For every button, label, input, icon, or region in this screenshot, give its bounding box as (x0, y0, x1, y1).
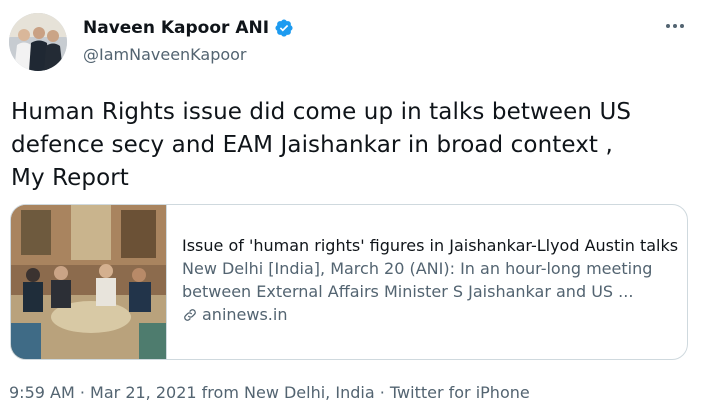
card-title[interactable]: Issue of 'human rights' figures in Jaish… (182, 234, 679, 257)
card-domain-text[interactable]: aninews.in (202, 303, 287, 326)
card-body[interactable]: Issue of 'human rights' figures in Jaish… (182, 234, 679, 326)
tweet-location[interactable]: New Delhi, India (244, 383, 375, 402)
tweet-source[interactable]: Twitter for iPhone (390, 383, 530, 402)
card-description-line: New Delhi [India], March 20 (ANI): In an… (182, 259, 653, 278)
avatar[interactable] (9, 13, 67, 71)
card-domain[interactable]: aninews.in (182, 303, 679, 326)
location-prefix: from (201, 383, 239, 402)
tweet-meta: 9:59 AM · Mar 21, 2021 from New Delhi, I… (9, 383, 530, 402)
link-icon (184, 308, 196, 321)
meta-separator: · (79, 383, 85, 402)
author-name-row[interactable]: Naveen Kapoor ANI (83, 18, 294, 38)
more-options-icon[interactable] (660, 15, 690, 37)
link-preview-card[interactable]: Issue of 'human rights' figures in Jaish… (10, 204, 688, 360)
verified-badge-icon (275, 19, 293, 37)
tweet-date[interactable]: Mar 21, 2021 (90, 383, 197, 402)
avatar-photo (9, 13, 67, 71)
tweet-text: Human Rights issue did come up in talks … (11, 96, 681, 195)
author-handle[interactable]: @IamNaveenKapoor (83, 45, 247, 64)
tweet-text-line: defence secy and EAM Jaishankar in broad… (11, 132, 613, 158)
author-name[interactable]: Naveen Kapoor ANI (83, 18, 269, 38)
meeting-photo-image (11, 205, 166, 359)
meta-separator: · (379, 383, 385, 402)
card-thumbnail[interactable] (11, 205, 167, 359)
tweet-text-line: Human Rights issue did come up in talks … (11, 99, 632, 125)
tweet-text-line: My Report (11, 165, 129, 191)
tweet-time[interactable]: 9:59 AM (9, 383, 75, 402)
card-description-line: between External Affairs Minister S Jais… (182, 282, 634, 301)
